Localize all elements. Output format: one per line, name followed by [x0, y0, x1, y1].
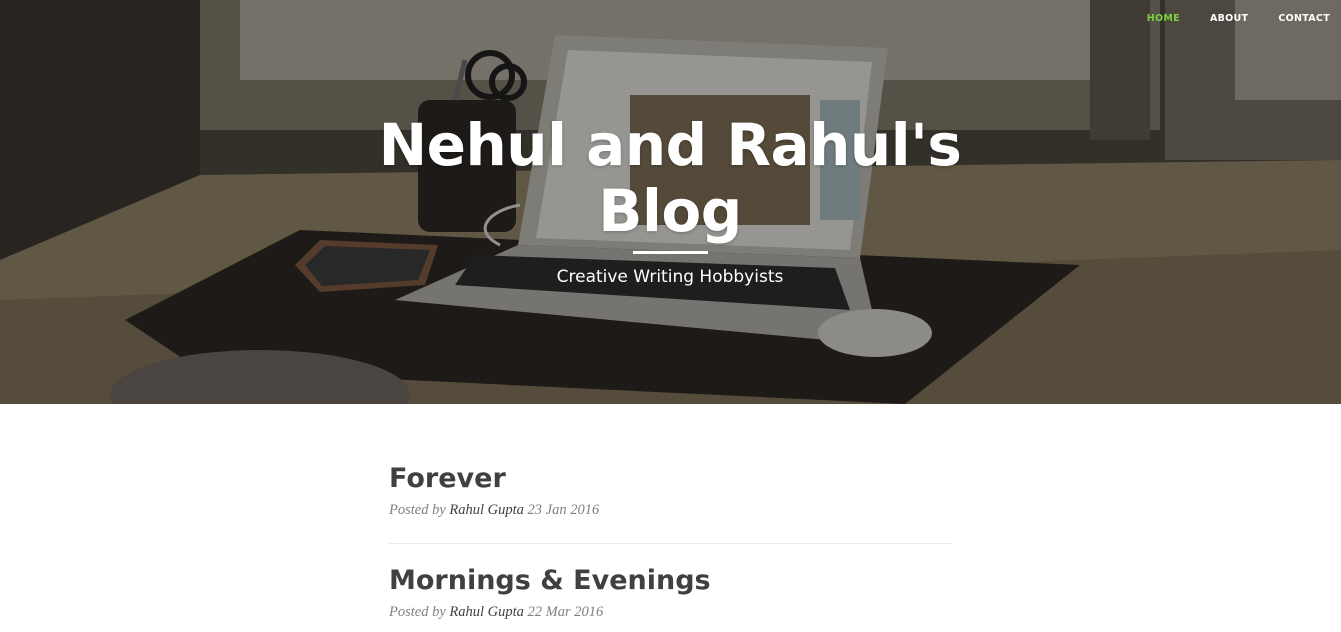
post-preview: Forever Posted by Rahul Gupta 23 Jan 201… [389, 460, 952, 519]
post-preview: Mornings & Evenings Posted by Rahul Gupt… [389, 562, 952, 621]
hero-heading-group: Nehul and Rahul's Blog Creative Writing … [370, 112, 970, 288]
site-title: Nehul and Rahul's Blog [378, 111, 962, 245]
post-meta: Posted by Rahul Gupta 22 Mar 2016 [389, 603, 952, 621]
post-list: Forever Posted by Rahul Gupta 23 Jan 201… [389, 460, 952, 621]
post-title-link[interactable]: Forever [389, 460, 952, 498]
nav-home-link[interactable]: HOME [1117, 12, 1180, 25]
post-divider [389, 543, 952, 544]
post-date: 23 Jan 2016 [527, 502, 600, 518]
nav-contact-link[interactable]: CONTACT [1248, 12, 1330, 25]
post-author-link[interactable]: Rahul Gupta [449, 502, 524, 518]
title-divider [632, 251, 708, 254]
posted-by-label: Posted by [389, 604, 446, 620]
nav-about-link[interactable]: ABOUT [1180, 12, 1248, 25]
hero-header: HOME ABOUT CONTACT Nehul and Rahul's Blo… [0, 0, 1341, 404]
post-meta: Posted by Rahul Gupta 23 Jan 2016 [389, 501, 952, 519]
post-date: 22 Mar 2016 [527, 604, 604, 620]
post-title-link[interactable]: Mornings & Evenings [389, 562, 952, 600]
top-nav: HOME ABOUT CONTACT [1117, 12, 1330, 25]
posted-by-label: Posted by [389, 502, 446, 518]
post-author-link[interactable]: Rahul Gupta [449, 604, 524, 620]
site-subtitle: Creative Writing Hobbyists [556, 267, 784, 287]
